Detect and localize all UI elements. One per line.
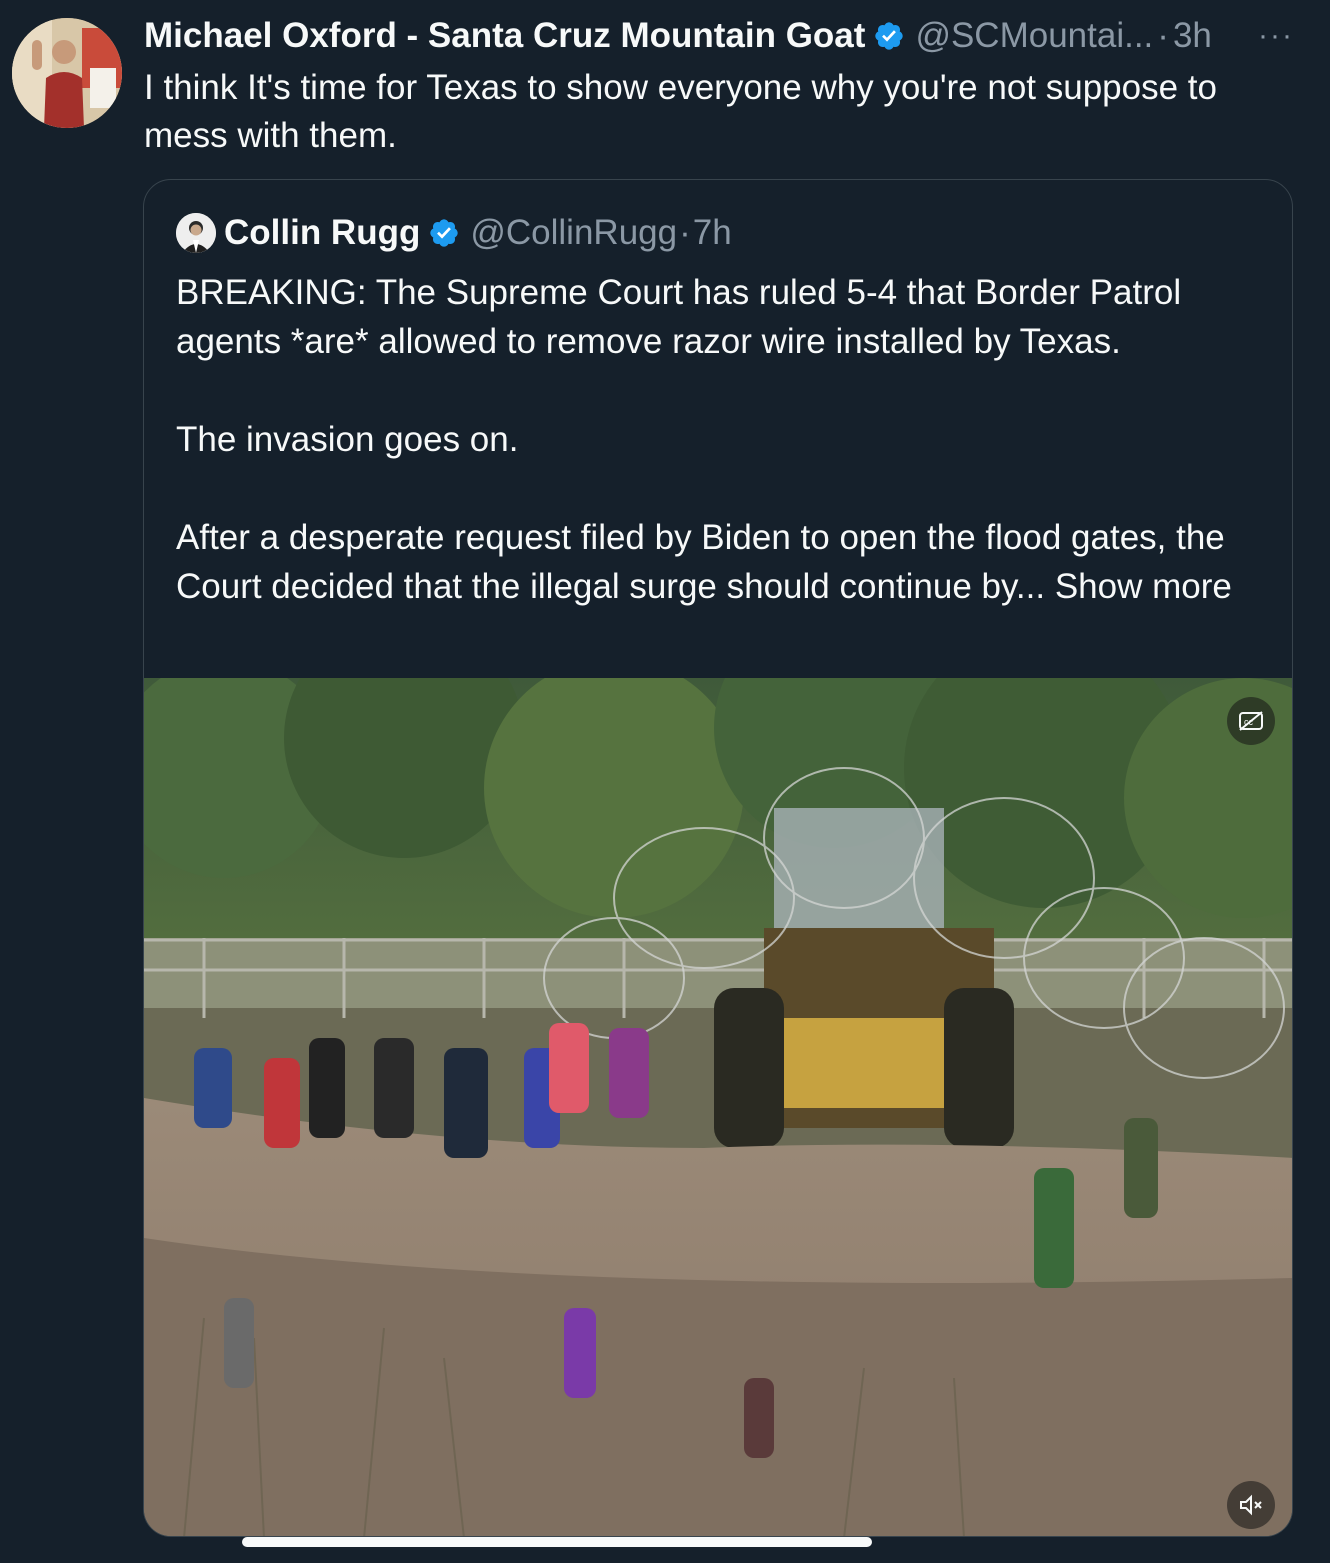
author-avatar[interactable] xyxy=(12,18,122,128)
speaker-muted-icon[interactable] xyxy=(1227,1481,1275,1529)
meta-separator: · xyxy=(1157,16,1169,55)
author-handle[interactable]: @SCMountai... xyxy=(915,16,1153,56)
quoted-author-name[interactable]: Collin Rugg xyxy=(224,213,420,253)
tweet-text: I think It's time for Texas to show ever… xyxy=(144,68,1217,155)
tweet-header: Michael Oxford - Santa Cruz Mountain Goa… xyxy=(144,14,1300,58)
verified-badge-icon xyxy=(430,219,459,247)
video-frame xyxy=(144,678,1292,1536)
quoted-author-handle[interactable]: @CollinRugg xyxy=(470,213,677,253)
quoted-paragraph: After a desperate request filed by Biden… xyxy=(176,513,1256,611)
quoted-paragraph: The invasion goes on. xyxy=(176,420,519,459)
scroll-indicator xyxy=(242,1537,872,1547)
quoted-tweet[interactable]: Collin Rugg @CollinRugg · 7h BREAKING: T… xyxy=(143,179,1293,1537)
author-name[interactable]: Michael Oxford - Santa Cruz Mountain Goa… xyxy=(144,16,865,56)
quoted-timestamp[interactable]: 7h xyxy=(693,213,732,253)
quoted-author-avatar[interactable] xyxy=(176,213,216,253)
more-options-icon[interactable]: ··· xyxy=(1246,14,1306,58)
meta-separator: · xyxy=(679,213,691,252)
video-player[interactable]: cc xyxy=(144,678,1292,1536)
show-more-link[interactable]: Show more xyxy=(1055,567,1232,606)
quoted-tweet-body: BREAKING: The Supreme Court has ruled 5-… xyxy=(176,268,1256,611)
closed-captions-icon[interactable]: cc xyxy=(1227,697,1275,745)
tweet-timestamp[interactable]: 3h xyxy=(1173,16,1212,56)
verified-badge-icon xyxy=(875,22,904,50)
quoted-tweet-header: Collin Rugg @CollinRugg · 7h xyxy=(176,210,732,256)
quoted-paragraph: BREAKING: The Supreme Court has ruled 5-… xyxy=(176,273,1182,361)
